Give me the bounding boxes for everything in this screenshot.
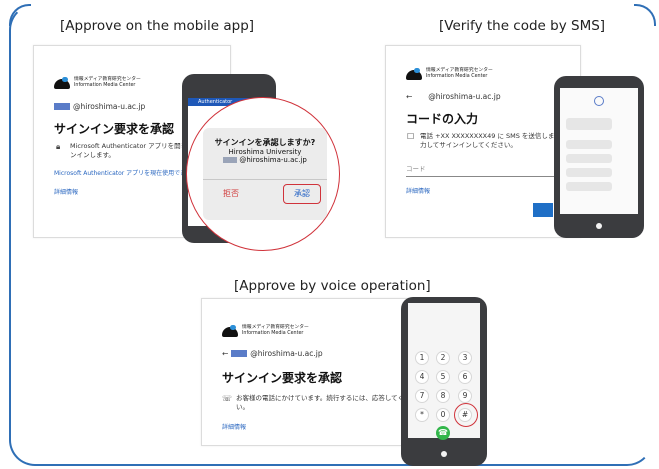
code-input[interactable]: コード (406, 165, 426, 174)
home-button (596, 223, 602, 229)
key-2[interactable]: 2 (436, 351, 450, 365)
key-1[interactable]: 1 (415, 351, 429, 365)
phone-sms (554, 76, 644, 238)
approval-magnifier: サインインを承認しますか? Hiroshima University @hiro… (186, 97, 340, 251)
key-0[interactable]: 0 (436, 408, 450, 422)
logo-icon (54, 77, 70, 89)
account-label: ← @hiroshima-u.ac.jp (406, 92, 501, 101)
caption-sms: [Verify the code by SMS] (439, 18, 606, 34)
more-info-link[interactable]: 詳細情報 (54, 187, 78, 196)
call-icon[interactable]: ☎ (436, 426, 450, 440)
back-arrow-icon[interactable]: ← (222, 349, 228, 358)
approve-button[interactable]: 承認 (283, 184, 321, 204)
key-3[interactable]: 3 (458, 351, 472, 365)
phone-icon: ☏ (222, 394, 233, 403)
page-title: サインイン要求を承認 (222, 371, 343, 385)
back-arrow-icon[interactable]: ← (406, 92, 412, 101)
account-label: @hiroshima-u.ac.jp (54, 102, 145, 111)
sms-message (566, 140, 612, 149)
phone-screen (560, 88, 638, 214)
redacted-username (223, 157, 238, 163)
key-star[interactable]: * (415, 408, 429, 422)
sms-message (566, 154, 612, 163)
frame-corner (9, 4, 31, 26)
caption-voice: [Approve by voice operation] (234, 278, 431, 294)
authenticator-lock-icon: 🔒︎ (56, 142, 61, 151)
logo-icon (406, 68, 422, 80)
page-title: コードの入力 (406, 112, 479, 126)
dialog-title: サインインを承認しますか? (214, 138, 316, 147)
deny-button[interactable]: 拒否 (223, 188, 239, 199)
instruction-text: お客様の電話にかけています。続行するには、応答してくださ い。 (236, 394, 417, 411)
dialog-org: Hiroshima University (228, 148, 302, 156)
more-info-link[interactable]: 詳細情報 (406, 186, 430, 195)
sms-message (566, 118, 612, 130)
more-info-link[interactable]: 詳細情報 (222, 422, 246, 431)
logo-icon (222, 325, 238, 337)
contact-avatar (594, 96, 604, 106)
frame-corner (634, 4, 656, 26)
sms-message (566, 182, 612, 191)
code-input-underline (406, 176, 566, 177)
key-8[interactable]: 8 (436, 389, 450, 403)
redacted-username (54, 103, 70, 110)
caption-mobile-app: [Approve on the mobile app] (60, 18, 255, 34)
approval-dialog: サインインを承認しますか? Hiroshima University @hiro… (203, 128, 327, 220)
verify-button[interactable] (533, 203, 553, 217)
cannot-use-app-link[interactable]: Microsoft Authenticator アプリを現在使用できませ (54, 168, 198, 177)
logo: 情報メディア教育研究センター Information Media Center (54, 77, 141, 89)
key-4[interactable]: 4 (415, 370, 429, 384)
message-icon: ☐ (407, 132, 415, 141)
signin-card-voice: 情報メディア教育研究センター Information Media Center … (201, 298, 421, 446)
key-7[interactable]: 7 (415, 389, 429, 403)
logo: 情報メディア教育研究センター Information Media Center (222, 325, 309, 337)
sms-message (566, 168, 612, 177)
key-5[interactable]: 5 (436, 370, 450, 384)
dialog-email: @hiroshima-u.ac.jp (203, 156, 327, 164)
divider (203, 179, 327, 180)
account-label: ← @hiroshima-u.ac.jp (222, 349, 323, 358)
home-button (441, 451, 447, 457)
key-6[interactable]: 6 (458, 370, 472, 384)
page-title: サインイン要求を承認 (54, 122, 175, 136)
redacted-username (231, 350, 248, 357)
hash-key-highlight (454, 403, 478, 427)
key-9[interactable]: 9 (458, 389, 472, 403)
logo: 情報メディア教育研究センター Information Media Center (406, 68, 493, 80)
